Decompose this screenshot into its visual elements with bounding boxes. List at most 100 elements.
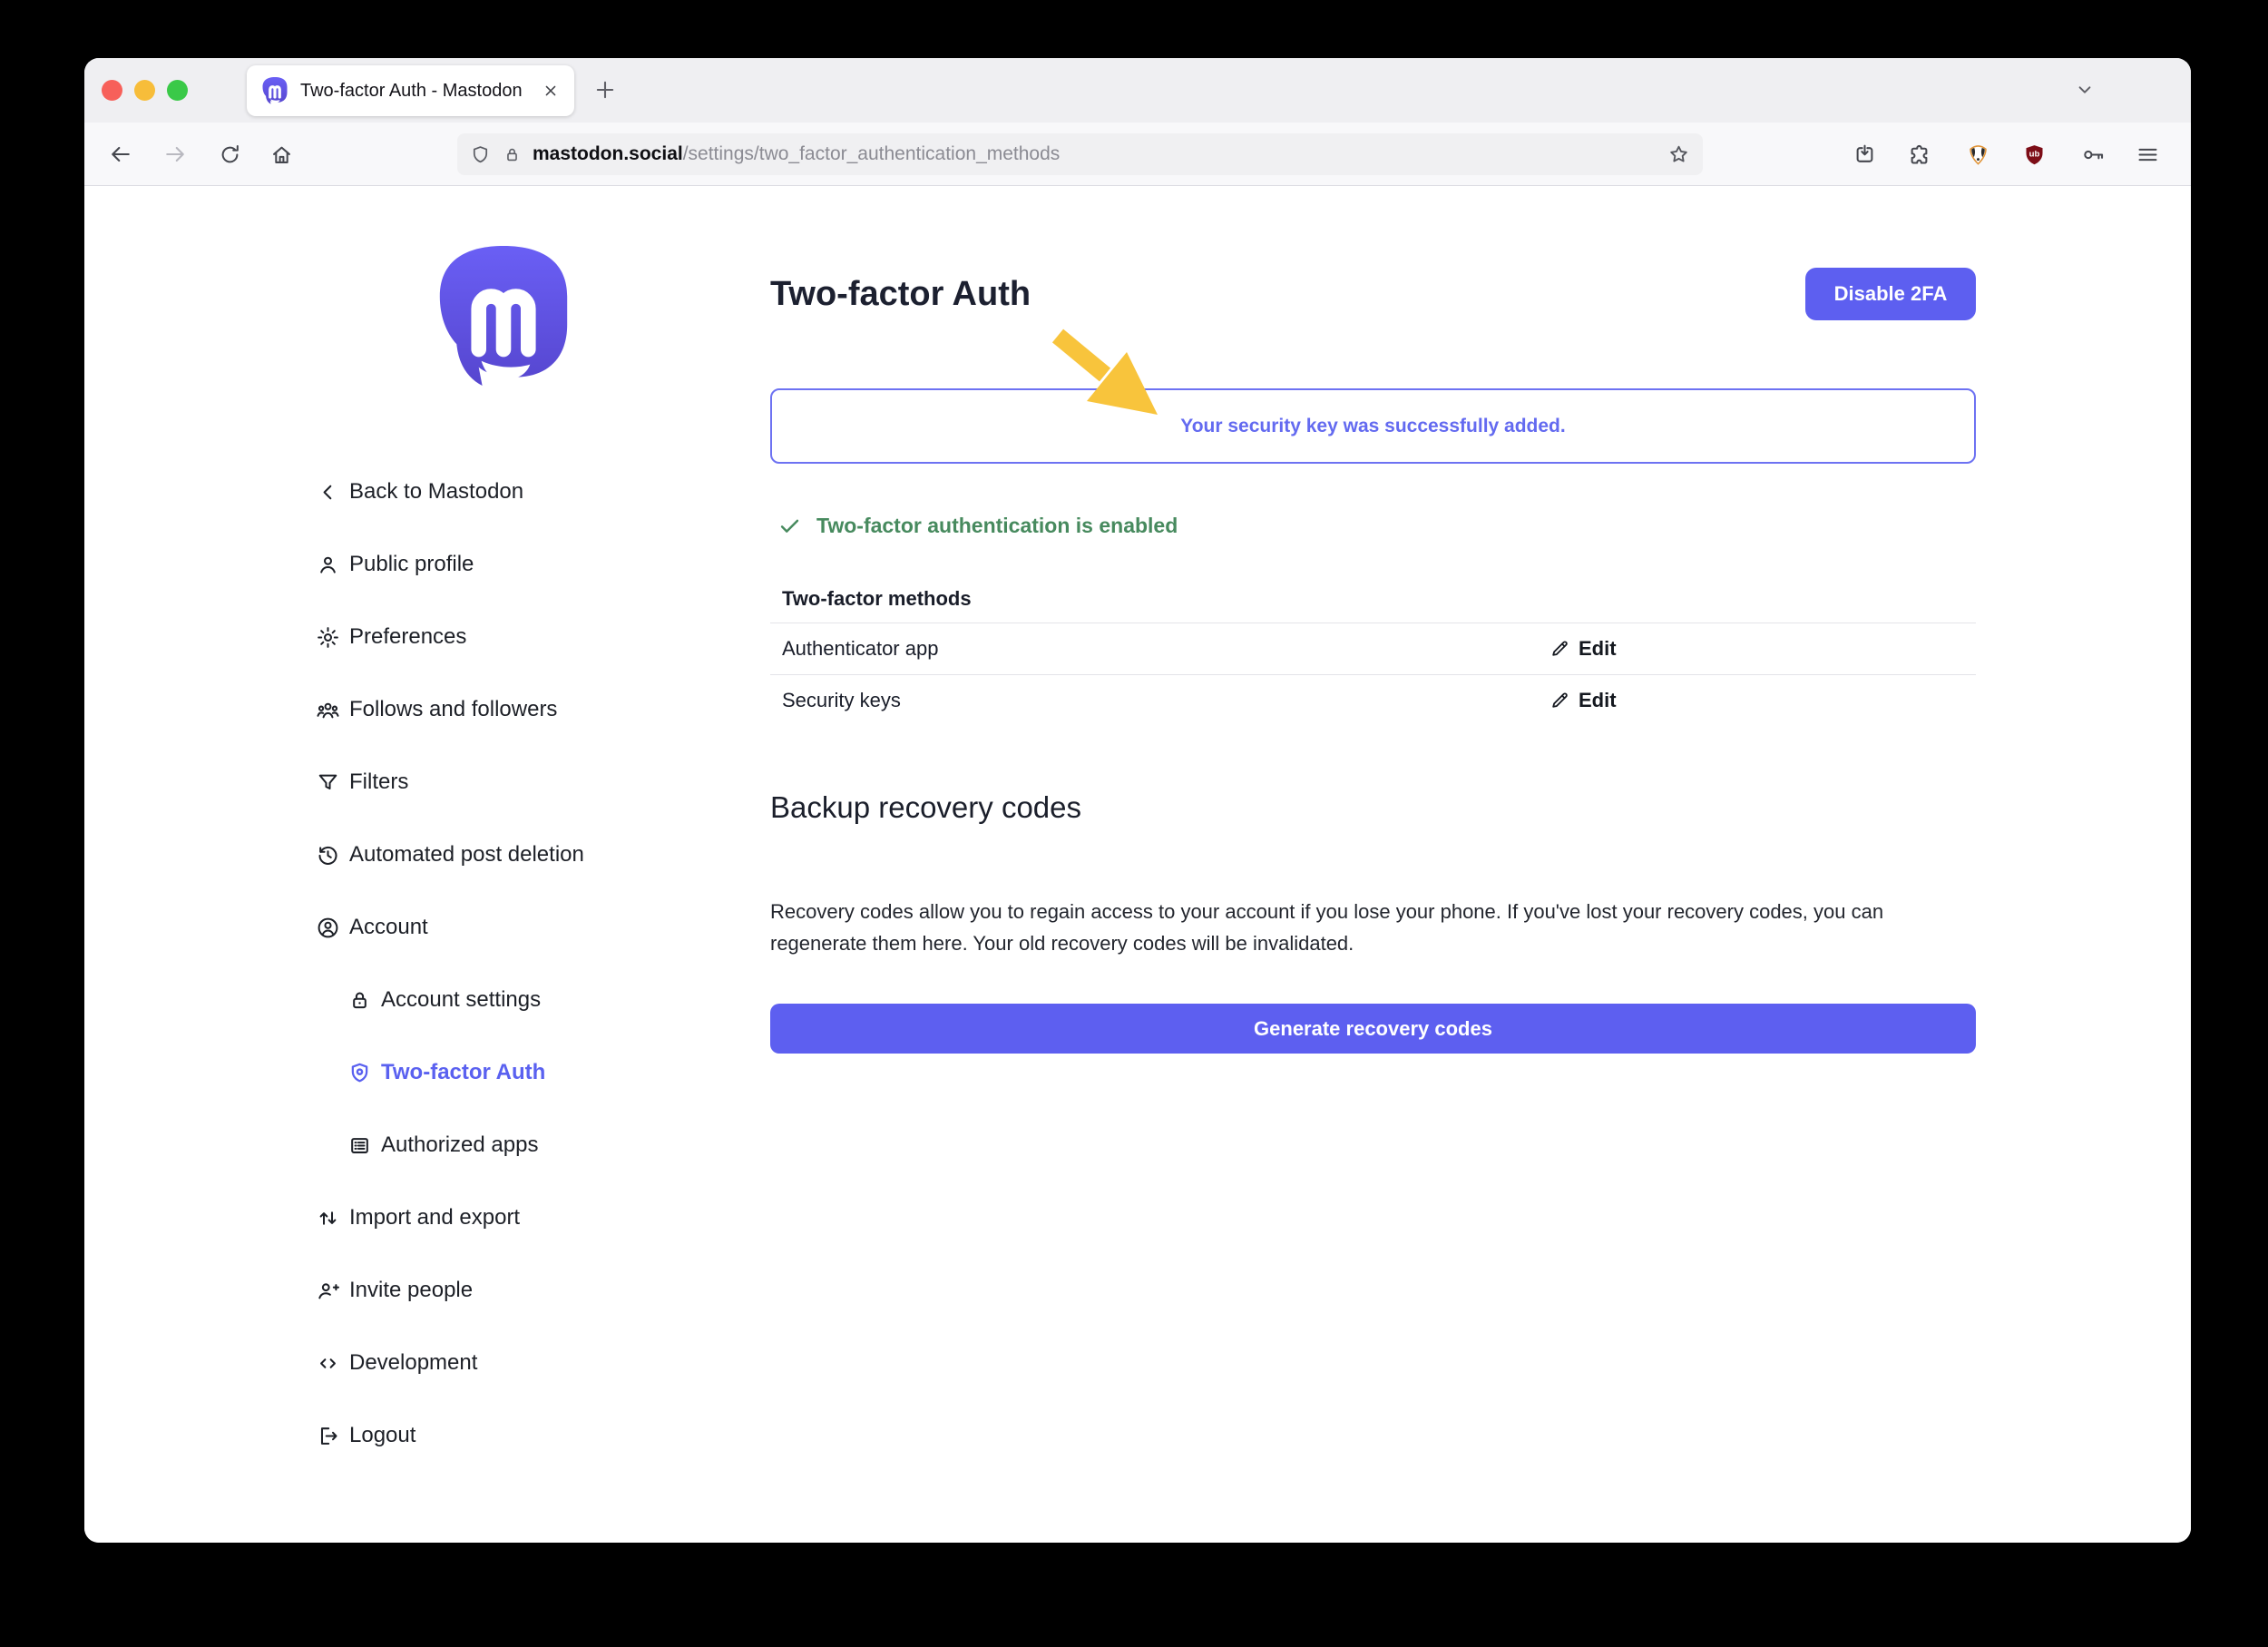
save-page-icon — [1853, 142, 1877, 167]
two-factor-methods-table: Two-factor methods Authenticator app Edi… — [770, 574, 1976, 726]
url-text: mastodon.social/settings/two_factor_auth… — [533, 143, 1060, 165]
sidebar-item-follows-and-followers[interactable]: Follows and followers — [316, 673, 761, 746]
code-brackets-icon — [316, 1351, 340, 1376]
back-button[interactable] — [104, 138, 137, 171]
sidebar-item-label: Follows and followers — [349, 697, 557, 722]
passwords-button[interactable] — [2077, 138, 2109, 171]
sidebar-item-import-and-export[interactable]: Import and export — [316, 1181, 761, 1254]
sidebar-item-label: Logout — [349, 1423, 415, 1448]
sidebar-item-label: Filters — [349, 770, 408, 795]
people-group-icon — [316, 698, 340, 722]
sidebar-item-label: Invite people — [349, 1278, 473, 1303]
sidebar-item-label: Authorized apps — [381, 1132, 538, 1158]
method-name: Security keys — [782, 689, 1549, 712]
history-clock-icon — [316, 843, 340, 868]
sidebar-item-label: Account settings — [381, 987, 541, 1013]
page-title: Two-factor Auth — [770, 275, 1031, 314]
save-page-button[interactable] — [1848, 138, 1881, 171]
url-bar[interactable]: mastodon.social/settings/two_factor_auth… — [457, 133, 1703, 175]
sidebar-item-label: Import and export — [349, 1205, 520, 1230]
privacy-badger-icon — [1966, 142, 1990, 167]
list-card-icon — [347, 1133, 372, 1158]
ublock-origin-icon: ub — [2022, 142, 2047, 167]
person-icon — [316, 553, 340, 577]
sidebar-item-development[interactable]: Development — [316, 1327, 761, 1399]
tab-close-icon[interactable] — [542, 82, 560, 100]
url-path: /settings/two_factor_authentication_meth… — [683, 143, 1061, 164]
app-menu-button[interactable] — [2131, 138, 2164, 171]
status-enabled-text: Two-factor authentication is enabled — [816, 514, 1178, 538]
table-row-security-keys: Security keys Edit — [770, 675, 1976, 726]
sidebar-item-invite-people[interactable]: Invite people — [316, 1254, 761, 1327]
sidebar-item-label: Account — [349, 915, 428, 940]
forward-arrow-icon — [162, 142, 188, 167]
pencil-icon — [1549, 690, 1570, 711]
browser-tab[interactable]: Two-factor Auth - Mastodon — [247, 65, 574, 116]
sidebar-item-label: Public profile — [349, 552, 474, 577]
sidebar-item-two-factor-auth[interactable]: Two-factor Auth — [316, 1036, 761, 1109]
mastodon-logo — [433, 240, 574, 393]
svg-text:ub: ub — [2028, 149, 2039, 159]
extensions-puzzle-icon — [1907, 142, 1931, 167]
methods-table-header: Two-factor methods — [770, 574, 1976, 623]
check-icon — [777, 514, 802, 538]
sidebar-item-account[interactable]: Account — [316, 891, 761, 964]
tab-bar: Two-factor Auth - Mastodon — [84, 58, 2191, 123]
table-row-authenticator-app: Authenticator app Edit — [770, 623, 1976, 675]
status-enabled-row: Two-factor authentication is enabled — [777, 504, 1178, 547]
edit-label: Edit — [1579, 637, 1617, 661]
ublock-origin-button[interactable]: ub — [2018, 138, 2050, 171]
zoom-window-button[interactable] — [167, 80, 188, 101]
traffic-lights — [102, 80, 188, 101]
method-name: Authenticator app — [782, 637, 1549, 661]
generate-recovery-codes-button[interactable]: Generate recovery codes — [770, 1004, 1976, 1054]
shield-icon — [347, 1061, 372, 1085]
close-window-button[interactable] — [102, 80, 122, 101]
settings-sidebar: Back to Mastodon Public profile Preferen… — [84, 186, 770, 1543]
extensions-button[interactable] — [1902, 138, 1935, 171]
sidebar-item-preferences[interactable]: Preferences — [316, 601, 761, 673]
home-button[interactable] — [265, 138, 298, 171]
gear-icon — [316, 625, 340, 650]
edit-authenticator-app-link[interactable]: Edit — [1549, 637, 1617, 661]
privacy-badger-button[interactable] — [1961, 138, 1994, 171]
import-export-arrows-icon — [316, 1206, 340, 1230]
shield-permissions-icon[interactable] — [470, 144, 491, 165]
panel-header: Two-factor Auth Disable 2FA — [770, 257, 1976, 331]
success-notice: Your security key was successfully added… — [770, 388, 1976, 464]
lock-icon[interactable] — [503, 145, 522, 164]
tab-list-chevron-icon[interactable] — [2073, 78, 2097, 102]
tab-title: Two-factor Auth - Mastodon — [300, 81, 534, 102]
sidebar-item-logout[interactable]: Logout — [316, 1399, 761, 1472]
reload-icon — [218, 142, 242, 167]
sidebar-item-label: Automated post deletion — [349, 842, 584, 868]
sidebar-item-label: Back to Mastodon — [349, 479, 523, 505]
disable-2fa-button[interactable]: Disable 2FA — [1805, 268, 1976, 320]
screenshot-background: { "browser": { "tab_title": "Two-factor … — [0, 0, 2268, 1647]
menu-hamburger-icon — [2136, 142, 2160, 167]
sidebar-item-back-to-mastodon[interactable]: Back to Mastodon — [316, 456, 761, 528]
page-content: Back to Mastodon Public profile Preferen… — [84, 186, 2191, 1543]
browser-window: Two-factor Auth - Mastodon mastodon.soci… — [84, 58, 2191, 1543]
settings-nav: Back to Mastodon Public profile Preferen… — [316, 456, 761, 1472]
new-tab-plus-icon[interactable] — [592, 77, 618, 103]
bookmark-star-icon[interactable] — [1667, 143, 1690, 166]
reload-button[interactable] — [213, 138, 246, 171]
sidebar-item-filters[interactable]: Filters — [316, 746, 761, 819]
passwords-key-icon — [2081, 142, 2106, 167]
chevron-left-icon — [316, 480, 340, 505]
edit-security-keys-link[interactable]: Edit — [1549, 689, 1617, 712]
backup-recovery-codes-title: Backup recovery codes — [770, 790, 1081, 825]
forward-button[interactable] — [159, 138, 191, 171]
mastodon-favicon-icon — [261, 76, 288, 105]
padlock-icon — [347, 988, 372, 1013]
two-factor-auth-panel: Two-factor Auth Disable 2FA Your securit… — [770, 186, 1976, 1543]
sidebar-item-authorized-apps[interactable]: Authorized apps — [316, 1109, 761, 1181]
home-icon — [269, 142, 294, 167]
back-arrow-icon — [108, 142, 133, 167]
minimize-window-button[interactable] — [134, 80, 155, 101]
navigation-toolbar: mastodon.social/settings/two_factor_auth… — [84, 123, 2191, 186]
sidebar-item-public-profile[interactable]: Public profile — [316, 528, 761, 601]
sidebar-item-account-settings[interactable]: Account settings — [316, 964, 761, 1036]
sidebar-item-automated-post-deletion[interactable]: Automated post deletion — [316, 819, 761, 891]
